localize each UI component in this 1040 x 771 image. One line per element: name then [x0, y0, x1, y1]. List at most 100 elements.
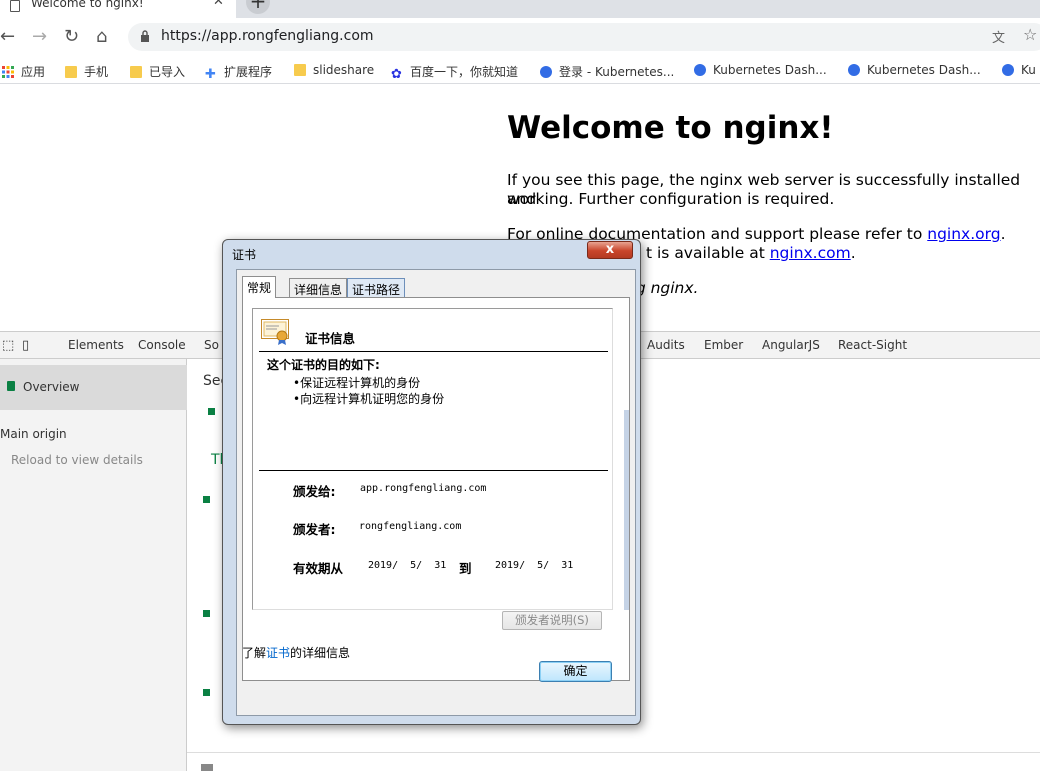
- bookmark-label: 登录 - Kubernetes...: [559, 65, 675, 79]
- bookmark-label: Kubernetes Dash...: [713, 63, 827, 77]
- puzzle-icon: ✚: [205, 67, 216, 82]
- inspect-icon[interactable]: ⬚: [2, 338, 14, 353]
- star-icon[interactable]: ☆: [1023, 25, 1037, 44]
- kubernetes-icon: [540, 66, 552, 78]
- tab-console[interactable]: Console: [138, 338, 186, 352]
- new-tab-button[interactable]: +: [246, 0, 270, 14]
- bookmark-apps[interactable]: 应用: [2, 63, 45, 80]
- ok-button[interactable]: 确定: [539, 661, 612, 682]
- divider: [259, 470, 608, 471]
- main-origin-label: Main origin: [0, 427, 67, 441]
- tab-sources[interactable]: So: [204, 338, 219, 352]
- bookmark-k8s-dash-2[interactable]: Kubernetes Dash...: [848, 63, 981, 77]
- issued-to-value: app.rongfengliang.com: [360, 483, 487, 494]
- close-tab-icon[interactable]: ✕: [213, 0, 224, 9]
- tab-details[interactable]: 详细信息: [289, 278, 348, 297]
- bookmark-k8s-login[interactable]: 登录 - Kubernetes...: [540, 63, 674, 80]
- bookmark-label: 应用: [21, 65, 46, 79]
- tab-angularjs[interactable]: AngularJS: [762, 338, 820, 352]
- overview-item[interactable]: Overview: [0, 365, 187, 410]
- intro-line-2: working. Further configuration is requir…: [507, 190, 835, 208]
- close-button[interactable]: x: [587, 241, 633, 259]
- bookmarks-bar: 应用 手机 已导入 ✚ 扩展程序 slideshare ✿ 百度一下，你就知道 登录…: [0, 56, 1040, 84]
- divider: [187, 752, 1040, 753]
- tab-react-sight[interactable]: React-Sight: [838, 338, 907, 352]
- support-text: t is available at: [646, 244, 770, 262]
- tab-cert-path[interactable]: 证书路径: [347, 278, 406, 297]
- certificate-link[interactable]: 证书: [266, 646, 290, 660]
- tab-general[interactable]: 常规: [242, 276, 277, 298]
- folder-icon: [294, 64, 306, 76]
- bookmark-k8s-3[interactable]: Ku: [1002, 63, 1036, 77]
- nginx-org-link[interactable]: nginx.org: [927, 225, 1000, 243]
- translate-icon[interactable]: 文: [992, 27, 1005, 46]
- purpose-item: •保证远程计算机的身份: [293, 376, 421, 390]
- valid-from-label: 有效期从: [293, 561, 344, 576]
- kubernetes-icon: [694, 64, 706, 76]
- overview-label: Overview: [23, 380, 80, 394]
- tab-elements[interactable]: Elements: [68, 338, 124, 352]
- bookmark-label: 扩展程序: [224, 65, 273, 79]
- divider: [259, 351, 608, 352]
- browser-tab[interactable]: Welcome to nginx! ✕: [0, 0, 236, 18]
- kubernetes-icon: [848, 64, 860, 76]
- nginx-com-link[interactable]: nginx.com: [770, 244, 851, 262]
- certificate-icon: [261, 319, 289, 345]
- tab-strip: Welcome to nginx! ✕ +: [0, 0, 1040, 18]
- home-icon[interactable]: ⌂: [96, 26, 107, 47]
- status-bullet: [203, 496, 210, 503]
- docs-dot: .: [1000, 225, 1006, 243]
- apps-grid-icon: [2, 66, 14, 78]
- back-icon[interactable]: ←: [0, 26, 15, 47]
- learn-more-text: 了解证书的详细信息: [242, 644, 350, 661]
- bookmark-imported[interactable]: 已导入: [130, 63, 185, 80]
- bookmark-k8s-dash-1[interactable]: Kubernetes Dash...: [694, 63, 827, 77]
- paw-icon: ✿: [391, 67, 402, 82]
- secure-lock-icon: [208, 408, 215, 415]
- reload-icon[interactable]: ↻: [64, 26, 79, 47]
- lock-icon: [141, 30, 149, 42]
- url-text[interactable]: https://app.rongfengliang.com: [161, 28, 374, 44]
- purpose-title: 这个证书的目的如下:: [267, 358, 380, 372]
- valid-to-value: 2019/ 5/ 31: [495, 560, 574, 571]
- cert-info-heading: 证书信息: [305, 331, 356, 346]
- certificate-info-box: 证书信息 这个证书的目的如下: •保证远程计算机的身份 •向远程计算机证明您的身…: [252, 308, 613, 610]
- dialog-title: 证书: [232, 248, 257, 262]
- issued-to-label: 颁发给:: [293, 484, 336, 499]
- bookmark-label: slideshare: [313, 63, 375, 77]
- support-dot: .: [850, 244, 856, 262]
- status-bullet: [203, 689, 210, 696]
- page-heading: Welcome to nginx!: [507, 110, 834, 146]
- secure-lock-icon: [7, 381, 15, 391]
- issued-by-value: rongfengliang.com: [359, 521, 462, 532]
- browser-toolbar: ← → ↻ ⌂ https://app.rongfengliang.com 文 …: [0, 18, 1040, 56]
- bookmark-label: 手机: [84, 65, 109, 79]
- kubernetes-icon: [1002, 64, 1014, 76]
- learn-suffix: 的详细信息: [290, 646, 351, 660]
- tab-title: Welcome to nginx!: [31, 0, 144, 10]
- valid-to-label: 到: [459, 561, 472, 576]
- address-bar[interactable]: https://app.rongfengliang.com 文 ☆: [128, 23, 1040, 51]
- tab-ember[interactable]: Ember: [704, 338, 743, 352]
- bookmark-label: Kubernetes Dash...: [867, 63, 981, 77]
- reload-hint: Reload to view details: [11, 453, 143, 467]
- valid-from-value: 2019/ 5/ 31: [368, 560, 447, 571]
- scrollbar[interactable]: [624, 410, 629, 610]
- folder-icon: [65, 66, 77, 78]
- bookmark-mobile[interactable]: 手机: [65, 63, 108, 80]
- bookmark-baidu[interactable]: ✿ 百度一下，你就知道: [391, 63, 518, 82]
- dialog-body: 常规 详细信息 证书路径 证书信息 这个证书的目的如下: •保证远程计算机的身份…: [236, 269, 636, 716]
- bookmark-label: 已导入: [149, 65, 186, 79]
- bookmark-extensions[interactable]: ✚ 扩展程序: [205, 63, 273, 82]
- forward-icon[interactable]: →: [32, 26, 47, 47]
- issuer-statement-button[interactable]: 颁发者说明(S): [502, 611, 602, 630]
- tab-audits[interactable]: Audits: [647, 338, 685, 352]
- device-toggle-icon[interactable]: ▯: [22, 338, 29, 353]
- support-line: t is available at nginx.com.: [646, 244, 856, 263]
- status-bullet: [203, 610, 210, 617]
- security-sidebar: Overview Main origin Reload to view deta…: [0, 359, 187, 771]
- folder-icon: [130, 66, 142, 78]
- bookmark-slideshare[interactable]: slideshare: [294, 63, 374, 77]
- page-icon: [10, 0, 20, 12]
- issued-by-label: 颁发者:: [293, 522, 336, 537]
